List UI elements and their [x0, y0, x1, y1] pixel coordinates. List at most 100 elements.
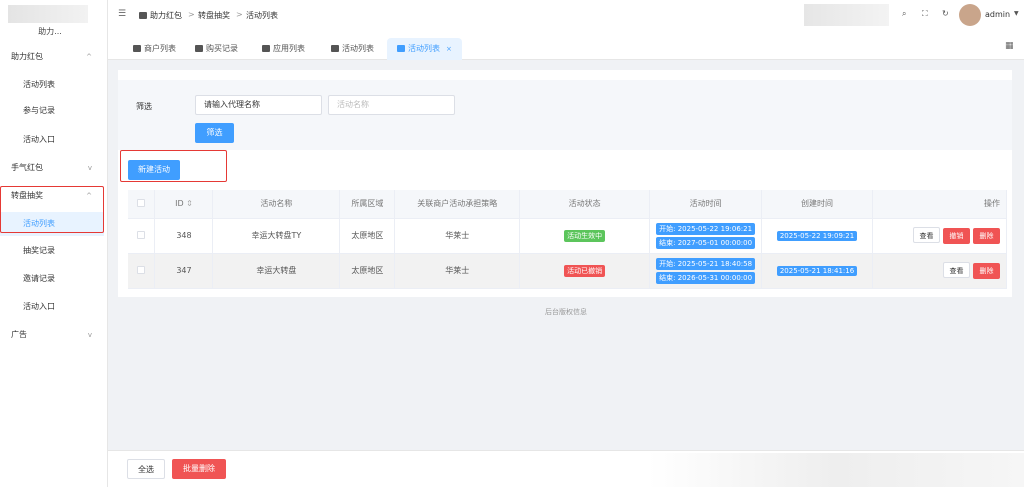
cell-status: 活动生效中 [519, 218, 651, 254]
sidebar-item-label: 参与记录 [23, 106, 55, 115]
breadcrumb-separator: > [236, 10, 243, 19]
avatar[interactable] [959, 4, 981, 26]
sidebar-item[interactable]: 手气红包 v [0, 156, 104, 180]
sidebar-item[interactable]: 活动列表 [0, 73, 104, 97]
sidebar-item[interactable]: 参与记录 [0, 99, 104, 123]
cell-strategy: 华莱士 [394, 218, 521, 254]
tab-icon [331, 45, 339, 52]
column-header: 所属区域 [339, 190, 396, 219]
activity-table: ID ⇕ 活动名称 所属区域 关联商户活动承担策略 活动状态 活动时间 创建时间 操作 348… [128, 190, 1007, 289]
sidebar-item-label: 手气红包 [11, 163, 43, 172]
filter-label: 筛选 [136, 102, 152, 111]
sidebar-item-label: 抽奖记录 [23, 246, 55, 255]
cell-region: 太原地区 [339, 253, 396, 289]
sidebar-item-label: 活动入口 [23, 135, 55, 144]
tab[interactable]: 购买记录 [185, 38, 248, 60]
tab[interactable]: 活动列表 [321, 38, 384, 60]
cell-id: 347 [154, 253, 214, 289]
sidebar-item[interactable]: 助力红包 ^ [0, 45, 104, 69]
cell-created: 2025-05-21 18:41:16 [761, 253, 873, 289]
search-icon[interactable]: ⌕ [902, 9, 906, 19]
column-header: 活动状态 [519, 190, 651, 219]
cell-created: 2025-05-22 19:09:21 [761, 218, 873, 254]
table-row: 348 幸运大转盘TY 太原地区 华莱士 活动生效中 开始: 2025-05-2… [128, 218, 1007, 254]
copyright-text: 后台版权信息 [545, 308, 587, 316]
refresh-icon[interactable]: ↻ [942, 9, 949, 18]
cell-time: 开始: 2025-05-21 18:40:58 结束: 2026-05-31 00… [649, 253, 763, 289]
tab[interactable]: 应用列表 [252, 38, 315, 60]
end-time-tag: 结束: 2027-05-01 00:00:00 [656, 236, 756, 249]
tab-icon [195, 45, 203, 52]
delete-button[interactable]: 删除 [973, 228, 1000, 244]
chevron-down-icon[interactable]: ▼ [1014, 10, 1019, 17]
tab[interactable]: 活动列表 × [387, 38, 462, 60]
sidebar-item[interactable]: 活动入口 [0, 295, 104, 319]
delete-button[interactable]: 删除 [973, 263, 1000, 279]
sidebar-item[interactable]: 邀请记录 [0, 267, 104, 291]
column-header: 活动名称 [212, 190, 341, 219]
created-time-tag: 2025-05-21 18:41:16 [776, 265, 858, 276]
sort-icon[interactable]: ⇕ [186, 199, 193, 208]
filter-panel: 筛选 请输入代理名称 活动名称 筛选 [118, 80, 1012, 150]
tab-icon [397, 45, 405, 52]
filter-button[interactable]: 筛选 [195, 123, 234, 143]
tab-icon [262, 45, 270, 52]
status-badge: 活动生效中 [564, 229, 606, 242]
chevron-icon: ^ [86, 53, 92, 61]
revoke-button[interactable]: 撤销 [943, 228, 970, 244]
column-header: 关联商户活动承担策略 [394, 190, 521, 219]
cell-status: 活动已撤销 [519, 253, 651, 289]
column-header: 活动时间 [649, 190, 763, 219]
username[interactable]: admin [985, 10, 1010, 19]
sidebar-item[interactable]: 抽奖记录 [0, 239, 104, 263]
created-time-tag: 2025-05-22 19:09:21 [776, 230, 858, 241]
tab[interactable]: 商户列表 [123, 38, 186, 60]
close-icon[interactable]: × [446, 45, 452, 53]
blurred-area [648, 453, 1024, 487]
end-time-tag: 结束: 2026-05-31 00:00:00 [656, 271, 756, 284]
cell-id: 348 [154, 218, 214, 254]
sidebar-item-label: 邀请记录 [23, 274, 55, 283]
select-all-button[interactable]: 全选 [127, 459, 165, 479]
sidebar-item[interactable]: 广告 v [0, 323, 104, 347]
cell-actions: 查看 撤销 删除 [872, 218, 1007, 254]
tab-icon [133, 45, 141, 52]
batch-delete-button[interactable]: 批量删除 [172, 459, 226, 479]
select-all-checkbox[interactable] [128, 190, 156, 219]
start-time-tag: 开始: 2025-05-21 18:40:58 [656, 257, 756, 270]
sidebar-item-label: 广告 [11, 330, 27, 339]
column-header[interactable]: ID ⇕ [154, 190, 214, 219]
breadcrumb-item[interactable]: 助力红包 [139, 10, 182, 21]
folder-icon [139, 12, 147, 19]
cell-name: 幸运大转盘 [212, 253, 341, 289]
cell-strategy: 华莱士 [394, 253, 521, 289]
activity-name-input[interactable]: 活动名称 [328, 95, 455, 115]
new-activity-button[interactable]: 新建活动 [128, 160, 180, 180]
chevron-icon: v [87, 164, 92, 172]
content-card: 筛选 请输入代理名称 活动名称 筛选 新建活动 ID ⇕ 活动名称 所属区域 关联商户… [118, 70, 1012, 297]
agent-name-input[interactable]: 请输入代理名称 [195, 95, 322, 115]
table-row: 347 幸运大转盘 太原地区 华莱士 活动已撤销 开始: 2025-05-21 … [128, 253, 1007, 289]
fullscreen-icon[interactable]: ⛶ [922, 9, 928, 19]
menu-collapse-icon[interactable]: ☰ [118, 9, 126, 19]
column-header: 操作 [872, 190, 1007, 219]
cell-name: 幸运大转盘TY [212, 218, 341, 254]
view-button[interactable]: 查看 [943, 262, 970, 278]
view-button[interactable]: 查看 [913, 227, 940, 243]
row-checkbox[interactable] [128, 218, 156, 254]
sidebar-item-label: 活动入口 [23, 302, 55, 311]
breadcrumb-item[interactable]: 转盘抽奖 [198, 10, 230, 21]
breadcrumb-current: 活动列表 [246, 11, 278, 20]
tab-bar: 商户列表 购买记录 应用列表 活动列表 活动列表 × ▦ [108, 32, 1024, 60]
highlight-box [0, 186, 104, 233]
sidebar: 助力... 助力红包 ^ 活动列表 参与记录 活动入口 手气红包 v 转盘抽奖 ^ 活动列表 抽奖记… [0, 0, 108, 487]
cell-time: 开始: 2025-05-22 19:06:21 结束: 2027-05-01 00… [649, 218, 763, 254]
sidebar-item-label: 活动列表 [23, 80, 55, 89]
sidebar-item[interactable]: 活动入口 [0, 128, 104, 152]
sidebar-item-label: 助力红包 [11, 52, 43, 61]
start-time-tag: 开始: 2025-05-22 19:06:21 [656, 222, 756, 235]
grid-icon[interactable]: ▦ [1005, 41, 1014, 51]
row-checkbox[interactable] [128, 253, 156, 289]
breadcrumb-separator: > [188, 10, 195, 19]
column-header: 创建时间 [761, 190, 873, 219]
